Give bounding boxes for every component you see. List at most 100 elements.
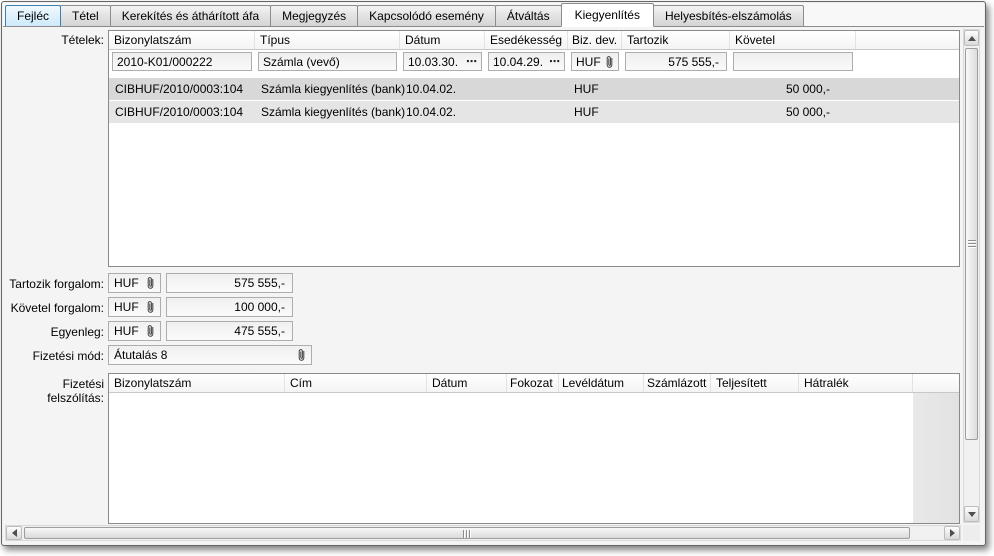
datum-value: 10.03.30. bbox=[408, 54, 459, 69]
cell-empty bbox=[856, 78, 959, 100]
col-tipus[interactable]: Típus bbox=[255, 31, 400, 49]
col-datum[interactable]: Dátum bbox=[400, 31, 485, 49]
cell-tipus: Számla kiegyenlítés (bank) bbox=[261, 105, 406, 119]
tartozik-forgalom-label: Tartozik forgalom: bbox=[9, 277, 104, 291]
tartozik-forgalom-currency-field[interactable]: HUF bbox=[108, 273, 161, 293]
esedekesseg-picker-button[interactable]: ⋯ bbox=[545, 53, 560, 70]
paperclip-icon[interactable] bbox=[605, 55, 614, 69]
tab-atvaltas[interactable]: Átváltás bbox=[494, 5, 562, 26]
down-arrow-icon bbox=[967, 511, 976, 517]
bizonylatszam-field[interactable]: 2010-K01/000222 bbox=[112, 52, 252, 71]
cell-tartozik bbox=[622, 101, 730, 123]
cell-kovetel: 50 000,- bbox=[785, 82, 830, 96]
vertical-scrollbar-thumb[interactable] bbox=[965, 48, 978, 440]
col-hatralek[interactable]: Hátralék bbox=[799, 374, 913, 392]
paperclip-icon[interactable] bbox=[146, 324, 155, 338]
tetelek-grid-header: Bizonylatszám Típus Dátum Esedékesség Bi… bbox=[109, 31, 959, 50]
left-arrow-icon bbox=[11, 529, 17, 537]
bizonylatszam-value: 2010-K01/000222 bbox=[117, 54, 213, 69]
tab-tetel[interactable]: Tétel bbox=[60, 5, 111, 26]
fizetesi-mod-value: Átutalás 8 bbox=[114, 348, 168, 362]
kovetel-forgalom-amount-field[interactable]: 100 000,- bbox=[166, 297, 293, 317]
tartozik-forgalom-amount-field[interactable]: 575 555,- bbox=[166, 273, 293, 293]
cell-datum: 10.04.02. bbox=[406, 82, 457, 96]
cell-bizonylatszam: CIBHUF/2010/0003:104 bbox=[115, 82, 244, 96]
bizdev-field[interactable]: HUF bbox=[571, 52, 619, 71]
amount-value: 575 555,- bbox=[234, 276, 285, 290]
egyenleg-label: Egyenleg: bbox=[50, 325, 104, 339]
fizetesi-mod-field[interactable]: Átutalás 8 bbox=[108, 345, 312, 365]
right-arrow-icon bbox=[949, 529, 955, 537]
horizontal-scrollbar[interactable] bbox=[5, 525, 961, 541]
col-teljesitett[interactable]: Teljesített bbox=[711, 374, 799, 392]
felszolitas-scroll-strip bbox=[913, 393, 959, 523]
scroll-up-button[interactable] bbox=[964, 30, 979, 46]
scrollbar-corner bbox=[963, 525, 980, 541]
tetelek-grid: Bizonylatszám Típus Dátum Esedékesség Bi… bbox=[108, 30, 960, 267]
currency-value: HUF bbox=[114, 324, 139, 338]
kovetel-forgalom-currency-field[interactable]: HUF bbox=[108, 297, 161, 317]
currency-value: HUF bbox=[114, 300, 139, 314]
tab-fejlec[interactable]: Fejléc bbox=[5, 5, 62, 26]
fizetesi-mod-label: Fizetési mód: bbox=[32, 349, 104, 363]
tipus-value: Számla (vevő) bbox=[263, 54, 340, 69]
esedekesseg-value: 10.04.29. bbox=[493, 54, 544, 69]
col-cim[interactable]: Cím bbox=[285, 374, 427, 392]
datum-picker-button[interactable]: ⋯ bbox=[462, 53, 477, 70]
tab-kiegyenlites[interactable]: Kiegyenlítés bbox=[560, 3, 654, 27]
felszolitas-label: Fizetési felszólítás: bbox=[47, 377, 104, 405]
tab-kapcsolodo-esemeny[interactable]: Kapcsolódó esemény bbox=[357, 5, 496, 26]
currency-value: HUF bbox=[114, 276, 139, 290]
paperclip-icon[interactable] bbox=[146, 300, 155, 314]
datum-field[interactable]: 10.03.30. ⋯ bbox=[403, 52, 482, 71]
kovetel-field[interactable] bbox=[733, 52, 853, 71]
col-datum[interactable]: Dátum bbox=[427, 374, 507, 392]
vertical-scrollbar[interactable] bbox=[963, 29, 980, 523]
horizontal-scrollbar-thumb[interactable] bbox=[24, 527, 910, 539]
col-biz-dev[interactable]: Biz. dev. bbox=[568, 31, 622, 49]
col-bizonylatszam[interactable]: Bizonylatszám bbox=[109, 374, 285, 392]
col-tartozik[interactable]: Tartozik bbox=[622, 31, 730, 49]
scroll-left-button[interactable] bbox=[6, 526, 22, 540]
tab-kerekites[interactable]: Kerekítés és áthárított áfa bbox=[109, 5, 272, 26]
cell-tipus: Számla kiegyenlítés (bank) bbox=[261, 82, 406, 96]
col-bizonylatszam[interactable]: Bizonylatszám bbox=[109, 31, 255, 49]
amount-value: 100 000,- bbox=[234, 300, 285, 314]
tetelek-label: Tételek: bbox=[61, 33, 104, 47]
esedekesseg-field[interactable]: 10.04.29. ⋯ bbox=[488, 52, 565, 71]
felszolitas-grid-header: Bizonylatszám Cím Dátum Fokozat Levéldát… bbox=[109, 374, 959, 393]
amount-value: 475 555,- bbox=[234, 324, 285, 338]
tab-helyesbites[interactable]: Helyesbítés-elszámolás bbox=[652, 5, 804, 26]
tab-megjegyzes[interactable]: Megjegyzés bbox=[270, 5, 359, 26]
cell-bizonylatszam: CIBHUF/2010/0003:104 bbox=[115, 105, 244, 119]
tetelek-row[interactable]: CIBHUF/2010/0003:104 Számla kiegyenlítés… bbox=[109, 101, 959, 123]
cell-kovetel: 50 000,- bbox=[785, 105, 830, 119]
tetelek-row[interactable]: CIBHUF/2010/0003:104 Számla kiegyenlítés… bbox=[109, 78, 959, 100]
tipus-field[interactable]: Számla (vevő) bbox=[258, 52, 397, 71]
tab-page-kiegyenlites: Tételek: Bizonylatszám Típus Dátum Esedé… bbox=[3, 27, 984, 544]
egyenleg-currency-field[interactable]: HUF bbox=[108, 321, 161, 341]
paperclip-icon[interactable] bbox=[146, 276, 155, 290]
screen: Fejléc Tétel Kerekítés és áthárított áfa… bbox=[0, 0, 994, 556]
app-window: Fejléc Tétel Kerekítés és áthárított áfa… bbox=[1, 1, 986, 546]
scroll-down-button[interactable] bbox=[964, 506, 979, 522]
scroll-right-button[interactable] bbox=[944, 526, 960, 540]
col-esedekesseg[interactable]: Esedékesség bbox=[485, 31, 568, 49]
col-fokozat[interactable]: Fokozat bbox=[507, 374, 559, 392]
col-leveldatum[interactable]: Levéldátum bbox=[559, 374, 644, 392]
cell-esedekesseg bbox=[485, 101, 568, 123]
egyenleg-amount-field[interactable]: 475 555,- bbox=[166, 321, 293, 341]
cell-esedekesseg bbox=[485, 78, 568, 100]
col-kovetel[interactable]: Követel bbox=[730, 31, 856, 49]
bizdev-value: HUF bbox=[576, 54, 601, 69]
up-arrow-icon bbox=[967, 35, 976, 41]
col-empty bbox=[913, 374, 959, 392]
paperclip-icon[interactable] bbox=[297, 348, 306, 362]
cell-bizdev: HUF bbox=[574, 105, 599, 119]
col-szamlazott[interactable]: Számlázott bbox=[644, 374, 711, 392]
col-empty bbox=[856, 31, 959, 49]
cell-tartozik bbox=[622, 78, 730, 100]
kovetel-forgalom-label: Követel forgalom: bbox=[10, 301, 104, 315]
tartozik-value: 575 555,- bbox=[668, 54, 719, 69]
tartozik-field[interactable]: 575 555,- bbox=[625, 52, 727, 71]
